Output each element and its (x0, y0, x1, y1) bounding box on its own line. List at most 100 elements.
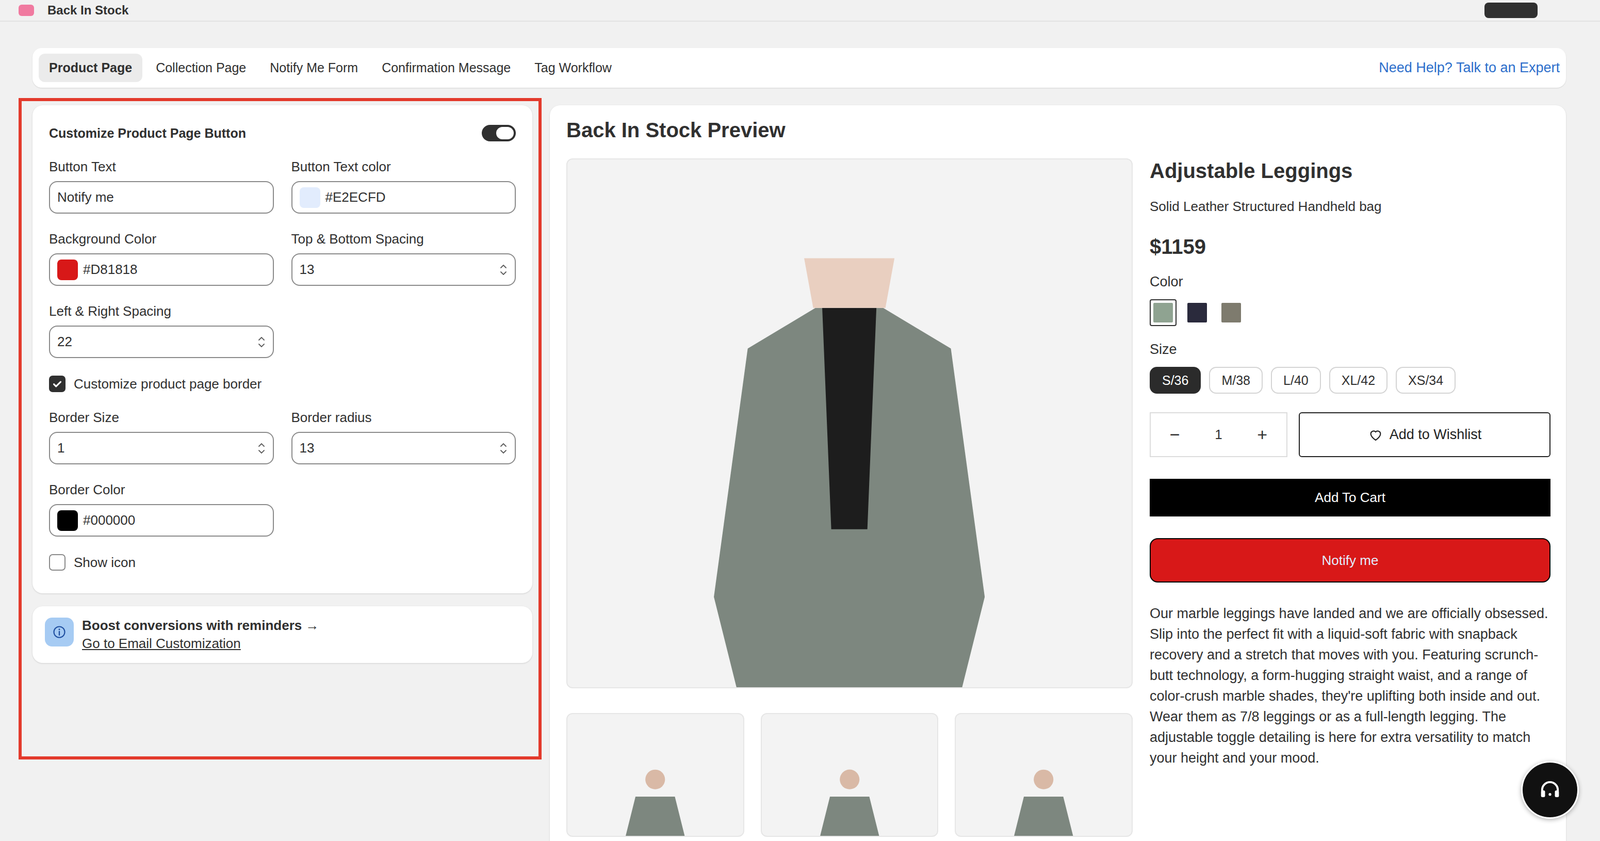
header-action-button[interactable] (1484, 2, 1538, 19)
model-thumb-icon (593, 726, 717, 836)
heart-icon (1367, 427, 1384, 443)
color-fill (1221, 302, 1242, 323)
field-row: Background Color #D81818 Top & Bottom Spac… (49, 231, 516, 286)
chat-support-button[interactable] (1521, 760, 1579, 819)
tab[interactable]: Collection Page (145, 53, 257, 83)
size-option[interactable]: M/38 (1209, 366, 1263, 394)
input-value: 22 (57, 333, 252, 350)
size-options: S/36 M/38L/40 XL/42XS/34 (1149, 366, 1551, 394)
quantity-value[interactable]: 1 (1214, 426, 1222, 443)
quantity-row: − 1 + Add to Wishlist (1149, 412, 1551, 457)
stepper-icon[interactable] (256, 333, 267, 351)
color-swatch[interactable] (57, 259, 78, 281)
product-photo[interactable] (566, 158, 1133, 689)
model-thumb-icon (788, 726, 911, 836)
field-input[interactable]: #D81818 (49, 253, 274, 286)
field-label: Border Size (49, 409, 274, 426)
thumbnail[interactable] (954, 712, 1133, 837)
field-input[interactable]: #E2ECFD (291, 181, 517, 214)
app-title: Back In Stock (47, 3, 1472, 18)
field-label: Background Color (49, 231, 274, 248)
tab[interactable]: Notify Me Form (259, 53, 369, 83)
color-options (1149, 299, 1551, 326)
form-field: Border Size 1 (49, 409, 274, 465)
color-fill (1153, 302, 1173, 323)
info-title: Boost conversions with reminders → (82, 617, 319, 634)
settings-card: Customize Product Page ButtonButton Text… (32, 105, 533, 594)
model-thumb-icon (982, 726, 1105, 836)
model-figure-icon (623, 159, 1075, 688)
color-swatch[interactable] (299, 187, 321, 208)
tab[interactable]: Confirmation Message (371, 53, 521, 83)
checkbox-field[interactable]: Customize product page border (49, 375, 516, 393)
size-option[interactable]: XS/34 (1395, 366, 1456, 394)
checkbox-label: Show icon (73, 554, 136, 571)
wishlist-button[interactable]: Add to Wishlist (1298, 412, 1551, 457)
preview-card: Back In Stock Preview Adjustable Leggings… (549, 105, 1566, 841)
field-input[interactable]: 22 (49, 325, 274, 358)
page: Back In Stock Product PageCollection Page… (0, 0, 1600, 841)
app-header: Back In Stock (0, 0, 1600, 22)
product-info: Adjustable LeggingsSolid Leather Structu… (1149, 158, 1551, 837)
product-gallery (566, 158, 1133, 837)
toggle-knob (496, 126, 514, 140)
size-label: Size (1149, 341, 1551, 358)
size-option[interactable]: L/40 (1270, 366, 1321, 394)
stepper-icon[interactable] (256, 439, 267, 457)
field-input[interactable]: 13 (291, 431, 517, 465)
checkbox[interactable] (49, 553, 66, 571)
field-input[interactable]: #000000 (49, 503, 274, 537)
input-value: Notify me (57, 189, 267, 206)
notify-label: Notify me (1321, 552, 1379, 568)
thumbnail-row (566, 712, 1133, 837)
product-description: Our marble leggings have landed and we a… (1149, 602, 1551, 769)
thumbnail[interactable] (566, 712, 745, 837)
help-link[interactable]: Need Help? Talk to an Expert (1378, 59, 1560, 76)
form-field: Background Color #D81818 (49, 231, 274, 286)
color-swatch[interactable] (57, 510, 78, 531)
product-price: $1159 (1149, 235, 1551, 259)
checkbox[interactable] (49, 375, 66, 393)
input-value: 13 (299, 261, 494, 278)
info-banner: Boost conversions with reminders →Go to … (32, 606, 533, 663)
main-content: Customize Product Page ButtonButton Text… (18, 98, 1566, 841)
stepper-icon[interactable] (498, 439, 509, 457)
checkbox-field[interactable]: Show icon (49, 553, 516, 571)
color-option[interactable] (1149, 299, 1177, 326)
field-input[interactable]: 1 (49, 431, 274, 465)
increase-button[interactable]: + (1253, 423, 1271, 446)
field-label: Top & Bottom Spacing (291, 231, 517, 248)
field-input[interactable]: Notify me (49, 181, 274, 214)
form-field: Top & Bottom Spacing 13 (291, 231, 517, 286)
preview-title: Back In Stock Preview (566, 118, 1551, 142)
checkbox-label: Customize product page border (73, 376, 262, 393)
decrease-button[interactable]: − (1166, 423, 1184, 446)
field-label: Button Text (49, 158, 274, 175)
form-field: Left & Right Spacing 22 (49, 303, 274, 358)
quantity-stepper: − 1 + (1149, 412, 1288, 457)
color-option[interactable] (1183, 299, 1211, 326)
add-to-cart-button[interactable]: Add To Cart (1149, 478, 1551, 517)
notify-me-button[interactable]: Notify me (1149, 537, 1551, 583)
tab[interactable]: Product Page (38, 53, 143, 83)
form-field: Border radius 13 (291, 409, 517, 465)
field-row: Left & Right Spacing 22 (49, 303, 516, 358)
size-option[interactable]: XL/42 (1329, 366, 1388, 394)
color-label: Color (1149, 273, 1551, 290)
headset-icon (1536, 776, 1564, 804)
stepper-icon[interactable] (498, 261, 509, 279)
size-option[interactable]: S/36 (1149, 366, 1201, 394)
enable-toggle[interactable] (481, 124, 516, 142)
field-input[interactable]: 13 (291, 253, 517, 286)
field-label: Border radius (291, 409, 517, 426)
thumbnail[interactable] (760, 712, 939, 837)
color-option[interactable] (1217, 299, 1245, 326)
field-label: Button Text color (291, 158, 517, 175)
product-name: Adjustable Leggings (1149, 158, 1551, 184)
form-field: Border Color#000000 (49, 481, 274, 537)
email-customization-link[interactable]: Go to Email Customization (82, 635, 319, 652)
color-fill (1187, 302, 1207, 323)
tab[interactable]: Tag Workflow (524, 53, 623, 83)
input-value: 13 (299, 439, 494, 456)
field-label: Left & Right Spacing (49, 303, 274, 320)
